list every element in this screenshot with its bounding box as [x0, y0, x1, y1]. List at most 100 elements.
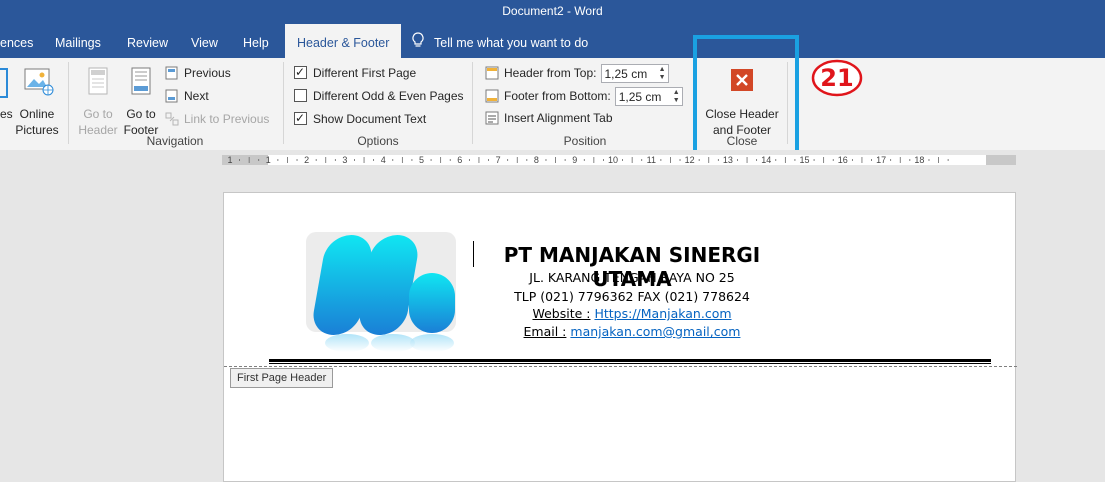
- previous-button[interactable]: Previous: [165, 64, 231, 82]
- ruler-tick-label: 4: [381, 155, 386, 165]
- options-group-label: Options: [357, 134, 399, 148]
- footer-position-icon: [485, 89, 499, 103]
- link-to-previous-button[interactable]: Link to Previous: [165, 110, 269, 128]
- tab-references[interactable]: ences: [0, 24, 33, 58]
- partial-insert-label: es: [0, 107, 13, 121]
- checkbox-checked-icon: [294, 109, 307, 127]
- separator: [472, 62, 473, 144]
- tab-help[interactable]: Help: [243, 24, 269, 58]
- next-section-icon: [165, 89, 179, 103]
- separator: [68, 62, 69, 144]
- website-label: Website :: [532, 306, 591, 321]
- highlight-box: [693, 35, 799, 161]
- partial-insert-button[interactable]: es: [0, 66, 13, 122]
- ruler-tick-label: 11: [647, 155, 656, 165]
- company-website: Website : Https://Manjakan.com: [472, 306, 792, 321]
- tab-mailings[interactable]: Mailings: [55, 24, 101, 58]
- different-first-page-label: Different First Page: [313, 66, 417, 80]
- ruler-tick-label: 14: [761, 155, 771, 165]
- document-page[interactable]: PT MANJAKAN SINERGI UTAMA JL. KARANG TEN…: [223, 192, 1017, 482]
- goto-header-label-1: Go to: [83, 107, 113, 121]
- footer-from-bottom-label: Footer from Bottom:: [504, 89, 611, 103]
- ruler-tick-label: 7: [496, 155, 501, 165]
- ruler-tick-label: 9: [572, 155, 577, 165]
- next-label: Next: [184, 89, 209, 103]
- tell-me-search[interactable]: Tell me what you want to do: [412, 24, 588, 58]
- checkbox-unchecked-icon: [294, 89, 307, 102]
- ruler-tick-label: 1: [266, 155, 271, 165]
- ruler-graphic: 1 1 2 3 4 5 6 7 8 9 10 11 12 13 14 15 16 17 18: [222, 155, 1016, 165]
- step-callout: 21: [811, 59, 863, 97]
- goto-header-label-2: Header: [78, 123, 118, 137]
- ruler-tick-label: 10: [608, 155, 618, 165]
- first-page-header-tag: First Page Header: [230, 368, 334, 388]
- header-boundary: [224, 366, 1017, 367]
- footer-from-bottom-spinner[interactable]: 1,25 cm ▲ ▼: [614, 87, 683, 107]
- email-label: Email :: [523, 324, 567, 339]
- step-number: 21: [820, 64, 854, 92]
- ruler-tick-label: 2: [304, 155, 309, 165]
- goto-footer-label-1: Go to: [126, 107, 156, 121]
- ruler-tick-label: 15: [799, 155, 809, 165]
- partial-image-icon: [0, 68, 8, 98]
- header-from-top-control: Header from Top: 1,25 cm ▲ ▼: [485, 63, 669, 84]
- navigation-group-label: Navigation: [146, 134, 204, 148]
- separator: [283, 62, 284, 144]
- online-pictures-label-2: Pictures: [15, 123, 59, 137]
- header-double-rule: [269, 359, 991, 362]
- ruler-tick-label: 8: [534, 155, 539, 165]
- insert-alignment-tab-button[interactable]: Insert Alignment Tab: [485, 109, 613, 127]
- company-logo: [305, 231, 458, 356]
- ruler-tick-label: 13: [723, 155, 733, 165]
- goto-header-button[interactable]: Go to Header: [78, 66, 118, 138]
- show-document-text-checkbox[interactable]: Show Document Text: [294, 109, 427, 128]
- ruler-tick-label: 16: [838, 155, 848, 165]
- ruler-tick-label: 18: [914, 155, 924, 165]
- position-group-label: Position: [563, 134, 607, 148]
- tell-me-label: Tell me what you want to do: [434, 36, 589, 50]
- different-odd-even-checkbox[interactable]: Different Odd & Even Pages: [294, 87, 464, 105]
- email-link[interactable]: manjakan.com@gmail,com: [570, 324, 740, 339]
- previous-label: Previous: [184, 66, 231, 80]
- insert-alignment-tab-label: Insert Alignment Tab: [504, 111, 613, 125]
- lightbulb-icon: [412, 25, 424, 63]
- online-pictures-icon: [14, 66, 60, 98]
- company-email: Email : manjakan.com@gmail,com: [472, 324, 792, 339]
- tab-review[interactable]: Review: [127, 24, 168, 58]
- header-thin-rule: [269, 363, 991, 364]
- header-from-top-value: 1,25 cm: [604, 67, 648, 82]
- horizontal-ruler[interactable]: 1 1 2 3 4 5 6 7 8 9 10 11 12 13 14 15 16 17 18: [0, 150, 1105, 168]
- goto-header-icon: [78, 66, 118, 98]
- ruler-tick-label: 12: [685, 155, 695, 165]
- ribbon-tab-bar: ences Mailings Review View Help Header &…: [0, 24, 1105, 58]
- company-address: JL. KARANG TENGAH RAYA NO 25: [529, 270, 735, 285]
- header-position-icon: [485, 66, 499, 80]
- website-link[interactable]: Https://Manjakan.com: [594, 306, 731, 321]
- window-title: Document2 - Word: [502, 4, 603, 18]
- spinner-arrows-icon[interactable]: ▲ ▼: [673, 89, 680, 105]
- link-icon: [165, 112, 179, 126]
- goto-footer-icon: [121, 66, 161, 98]
- next-button[interactable]: Next: [165, 87, 209, 105]
- tab-header-footer[interactable]: Header & Footer: [285, 24, 402, 58]
- ribbon: es Online Pictures Go to Header Go to Fo…: [0, 58, 1105, 151]
- different-odd-even-label: Different Odd & Even Pages: [313, 89, 464, 103]
- goto-footer-button[interactable]: Go to Footer: [121, 66, 161, 138]
- online-pictures-button[interactable]: Online Pictures: [14, 66, 60, 138]
- ruler-tick-label: 17: [876, 155, 886, 165]
- spinner-arrows-icon[interactable]: ▲ ▼: [659, 66, 666, 82]
- footer-from-bottom-value: 1,25 cm: [618, 90, 662, 105]
- ruler-tick-label: 6: [457, 155, 462, 165]
- different-first-page-checkbox[interactable]: Different First Page: [294, 63, 417, 82]
- tab-view[interactable]: View: [191, 24, 218, 58]
- show-document-text-label: Show Document Text: [313, 112, 427, 126]
- ruler-tick-label: 1: [227, 155, 232, 165]
- header-from-top-label: Header from Top:: [504, 66, 597, 80]
- footer-from-bottom-control: Footer from Bottom: 1,25 cm ▲ ▼: [485, 86, 683, 107]
- title-bar: Document2 - Word: [0, 0, 1105, 24]
- online-pictures-label-1: Online: [19, 107, 55, 121]
- ruler-tick-label: 3: [342, 155, 347, 165]
- previous-section-icon: [165, 66, 179, 80]
- alignment-tab-icon: [485, 111, 499, 125]
- header-from-top-spinner[interactable]: 1,25 cm ▲ ▼: [600, 64, 669, 84]
